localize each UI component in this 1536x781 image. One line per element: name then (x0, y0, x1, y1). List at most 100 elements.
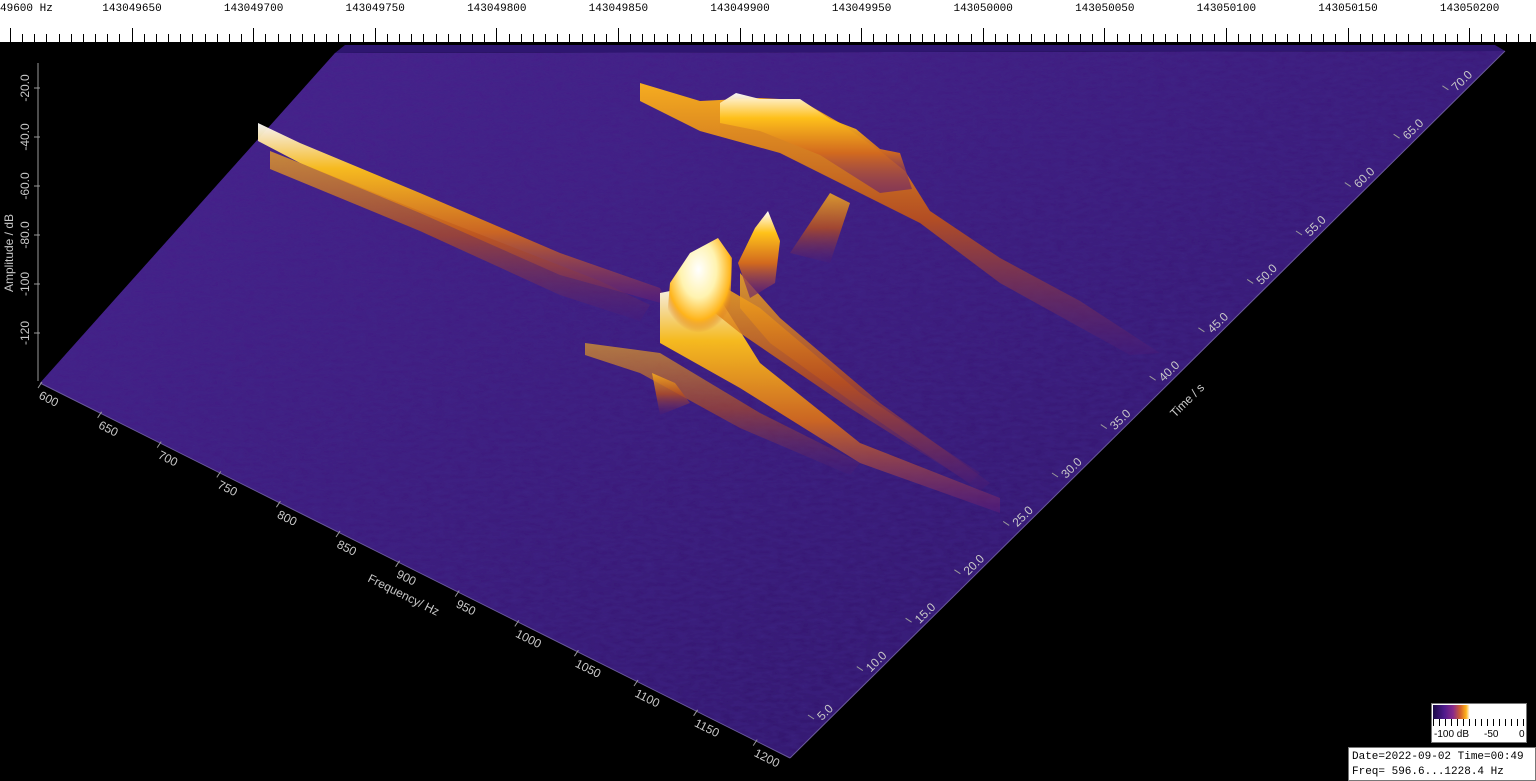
scale-tick (800, 34, 802, 42)
scale-tick (107, 34, 109, 42)
scale-tick (1177, 34, 1179, 42)
scale-tick (581, 34, 583, 42)
scale-tick (58, 34, 60, 42)
scale-label: 143050100 (1196, 3, 1257, 15)
scale-tick (447, 34, 449, 42)
scale-label: 143049800 (467, 3, 527, 15)
scale-tick (934, 34, 936, 42)
scale-tick (666, 34, 668, 42)
scale-tick (994, 34, 996, 42)
scale-tick (970, 34, 972, 42)
scale-tick (350, 34, 352, 42)
scale-tick (958, 34, 960, 42)
scale-tick (885, 34, 887, 42)
scale-tick (180, 34, 182, 42)
scale-tick (1457, 34, 1459, 42)
scale-tick (812, 34, 814, 42)
scale-tick (228, 34, 230, 42)
scale-tick (1530, 34, 1531, 42)
scale-label: 143049700 (223, 3, 284, 15)
scale-tick (1505, 34, 1507, 42)
scale-tick (1311, 34, 1313, 42)
scale-tick (1213, 34, 1215, 42)
scale-tick (131, 28, 133, 42)
scale-tick (873, 34, 875, 42)
scale-tick (1481, 34, 1483, 42)
scale-tick (1262, 34, 1264, 42)
date-time-readout: Date=2022-09-02 Time=00:49 (1352, 751, 1524, 763)
scale-tick (362, 34, 364, 42)
frequency-tick (37, 381, 43, 389)
scale-tick (545, 34, 547, 42)
scale-tick (1165, 34, 1167, 42)
scale-tick (289, 34, 291, 42)
scale-label: 143050050 (1075, 3, 1135, 15)
scale-tick (922, 34, 923, 42)
scale-tick (1469, 28, 1471, 42)
scale-tick (1396, 34, 1398, 42)
scale-tick (70, 34, 72, 42)
scale-tick (1238, 34, 1240, 42)
scale-tick (314, 34, 315, 42)
scale-tick (423, 34, 425, 42)
scale-tick (1493, 34, 1495, 42)
scale-tick (95, 34, 97, 42)
scale-tick (1298, 34, 1300, 42)
scale-tick (1080, 34, 1082, 42)
scale-tick (1067, 34, 1069, 42)
scale-tick (861, 28, 863, 42)
scale-tick (678, 34, 680, 42)
scale-tick (326, 34, 328, 42)
amplitude-axis-title: Amplitude / dB (2, 214, 16, 292)
scale-tick (520, 34, 522, 42)
scale-first-label: 49600 Hz (0, 3, 53, 15)
scale-tick (1432, 34, 1434, 42)
colorbar-legend: -100 dB -50 0 (1431, 703, 1527, 743)
amplitude-tick-label: -40.0 (18, 123, 32, 151)
scale-tick (703, 34, 705, 42)
scale-tick (630, 34, 632, 42)
scale-tick (1359, 34, 1361, 42)
scale-tick (10, 28, 11, 42)
scale-tick (836, 34, 838, 42)
scale-label: 143049750 (345, 3, 405, 15)
scale-tick (532, 34, 534, 42)
scale-label: 143049650 (102, 3, 162, 15)
scale-label: 143049850 (588, 3, 649, 15)
scale-tick (593, 34, 595, 42)
scale-tick (472, 34, 474, 42)
scale-tick (1043, 34, 1045, 42)
scale-tick (1092, 34, 1094, 42)
scale-tick (605, 34, 607, 42)
colorbar-gradient (1433, 705, 1525, 719)
scale-tick (642, 34, 644, 42)
scale-label: 143050200 (1439, 3, 1500, 15)
scale-tick (1323, 34, 1325, 42)
scale-tick (557, 34, 559, 42)
scale-tick (1031, 34, 1033, 42)
scale-tick (265, 34, 267, 42)
scale-tick (1335, 34, 1337, 42)
scale-tick (1116, 34, 1118, 42)
scale-tick (216, 34, 218, 42)
scale-tick (1140, 34, 1142, 42)
amplitude-tick-label: -100 (18, 272, 32, 296)
scale-tick (1444, 34, 1446, 42)
amplitude-tick-label: -20.0 (18, 74, 32, 102)
frequency-scale-bar: 49600 Hz 143049650 143049700 143049750 1430… (0, 0, 1536, 43)
scale-tick (1201, 34, 1203, 42)
scale-tick (22, 34, 24, 42)
scale-tick (241, 34, 243, 42)
scale-tick (1347, 28, 1349, 42)
scale-tick (459, 34, 461, 42)
scale-tick (1019, 34, 1021, 42)
scale-tick (1226, 28, 1227, 42)
scale-tick (727, 34, 729, 42)
scale-tick (301, 34, 303, 42)
scale-tick (776, 34, 778, 42)
amplitude-tick-label: -60.0 (18, 172, 32, 200)
scale-tick (1371, 34, 1373, 42)
colorbar-high-label: 0 (1519, 729, 1525, 740)
scale-tick (569, 34, 571, 42)
scale-label: 143050150 (1318, 3, 1378, 15)
